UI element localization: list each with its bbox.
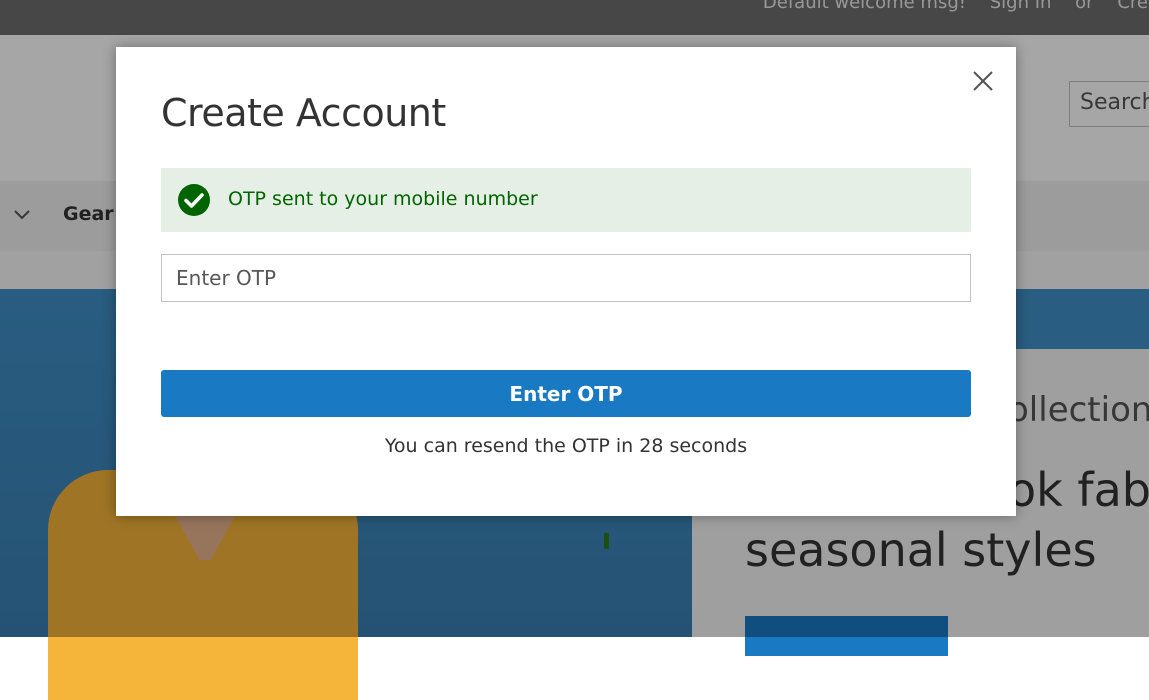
close-button[interactable] xyxy=(969,67,997,95)
alert-message: OTP sent to your mobile number xyxy=(228,188,538,210)
create-account-modal: Create Account OTP sent to your mobile n… xyxy=(116,47,1016,516)
close-icon xyxy=(973,71,993,91)
enter-otp-button[interactable]: Enter OTP xyxy=(161,370,971,417)
check-circle-icon xyxy=(178,184,210,216)
otp-input[interactable] xyxy=(161,254,971,302)
success-alert: OTP sent to your mobile number xyxy=(161,168,971,232)
resend-timer-text: You can resend the OTP in 28 seconds xyxy=(384,435,748,457)
modal-title: Create Account xyxy=(161,91,446,135)
